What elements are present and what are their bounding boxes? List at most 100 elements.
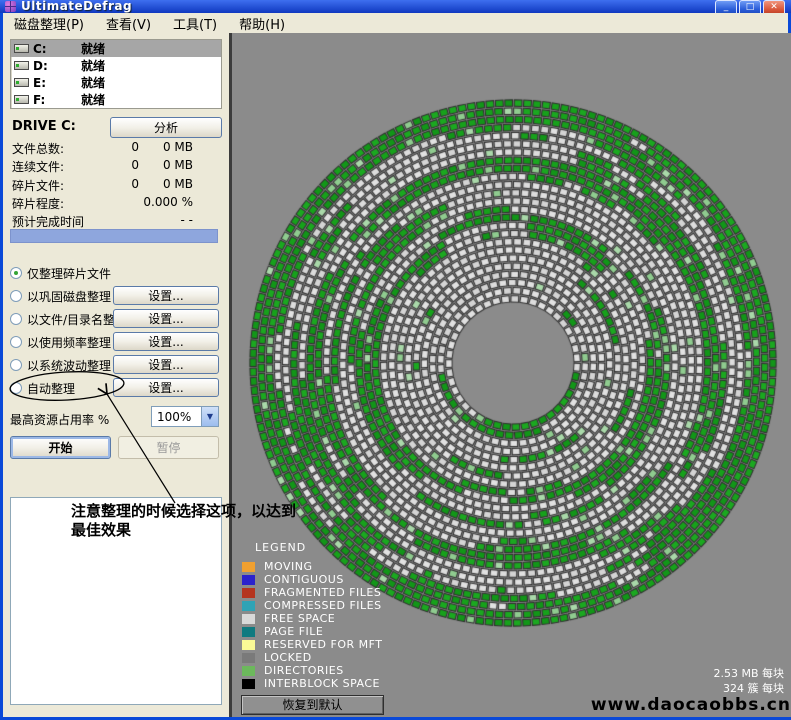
drive-row[interactable]: F: 就绪 bbox=[11, 91, 221, 108]
hdd-icon bbox=[14, 78, 29, 87]
block-size: 2.53 MB 每块 bbox=[713, 666, 784, 681]
option-label: 仅整理碎片文件 bbox=[27, 265, 111, 282]
free-space-swatch bbox=[242, 614, 255, 624]
maximize-button[interactable]: □ bbox=[739, 0, 761, 13]
stat-label: 碎片文件: bbox=[12, 177, 107, 194]
stat-size: 0 MB bbox=[139, 177, 217, 194]
stat-label: 碎片程度: bbox=[12, 195, 107, 212]
hdd-icon bbox=[14, 61, 29, 70]
stat-size: 0 MB bbox=[139, 140, 217, 157]
radio-icon[interactable] bbox=[10, 313, 22, 325]
minimize-button[interactable]: _ bbox=[715, 0, 737, 13]
option-defrag-only[interactable]: 仅整理碎片文件 bbox=[10, 263, 111, 283]
reset-default-button[interactable]: 恢复到默认 bbox=[241, 695, 384, 715]
menu-view[interactable]: 查看(V) bbox=[95, 12, 162, 35]
drive-status: 就绪 bbox=[81, 57, 105, 74]
pause-button[interactable]: 暂停 bbox=[118, 436, 219, 459]
drive-row[interactable]: E: 就绪 bbox=[11, 74, 221, 91]
drive-name: D: bbox=[33, 59, 81, 73]
stat-size: 0.000 % bbox=[139, 195, 217, 212]
block-info: 2.53 MB 每块 324 簇 每块 bbox=[713, 666, 784, 696]
settings-button-volatility[interactable]: 设置... bbox=[113, 355, 219, 374]
drive-status: 就绪 bbox=[81, 91, 105, 108]
radio-icon[interactable] bbox=[10, 290, 22, 302]
drive-heading: DRIVE C: bbox=[12, 119, 76, 134]
option-label: 以巩固磁盘整理 bbox=[27, 288, 111, 305]
menu-disk-defrag[interactable]: 磁盘整理(P) bbox=[3, 12, 95, 35]
interblock-swatch bbox=[242, 679, 255, 689]
drive-name: F: bbox=[33, 93, 81, 107]
hdd-icon bbox=[14, 95, 29, 104]
directories-swatch bbox=[242, 666, 255, 676]
menu-tools[interactable]: 工具(T) bbox=[162, 12, 228, 35]
progress-bar bbox=[10, 229, 218, 243]
stat-size: 0 MB bbox=[139, 158, 217, 175]
stat-count bbox=[107, 195, 139, 212]
drive-list: C: 就绪 D: 就绪 E: 就绪 F: 就绪 bbox=[10, 39, 222, 109]
moving-swatch bbox=[242, 562, 255, 572]
app-window: UltimateDefrag _ □ ✕ 磁盘整理(P) 查看(V) 工具(T)… bbox=[0, 0, 791, 720]
drive-status: 就绪 bbox=[81, 74, 105, 91]
radio-icon[interactable] bbox=[10, 336, 22, 348]
stat-label: 连续文件: bbox=[12, 158, 107, 175]
menu-bar: 磁盘整理(P) 查看(V) 工具(T) 帮助(H) bbox=[3, 13, 788, 33]
option-label: 以系统波动整理 bbox=[27, 357, 111, 374]
stat-fragmented-files: 碎片文件: 0 0 MB bbox=[12, 177, 217, 194]
resource-usage-label: 最高资源占用率 % bbox=[10, 411, 109, 428]
option-auto[interactable]: 自动整理 bbox=[10, 378, 75, 398]
radio-icon[interactable] bbox=[10, 267, 22, 279]
resource-usage-select[interactable]: 100% ▼ bbox=[151, 406, 219, 427]
settings-button-filename[interactable]: 设置... bbox=[113, 309, 219, 328]
settings-button-consolidate[interactable]: 设置... bbox=[113, 286, 219, 305]
settings-button-usage[interactable]: 设置... bbox=[113, 332, 219, 351]
mft-swatch bbox=[242, 640, 255, 650]
option-by-volatility[interactable]: 以系统波动整理 bbox=[10, 355, 111, 375]
option-consolidate[interactable]: 以巩固磁盘整理 bbox=[10, 286, 111, 306]
combo-value: 100% bbox=[152, 410, 201, 424]
stat-count bbox=[107, 213, 139, 230]
radio-icon[interactable] bbox=[10, 382, 22, 394]
option-by-usage[interactable]: 以使用频率整理 bbox=[10, 332, 111, 352]
legend-item: COMPRESSED FILES bbox=[242, 599, 382, 612]
drive-name: E: bbox=[33, 76, 81, 90]
legend-item: CONTIGUOUS bbox=[242, 573, 382, 586]
stat-count: 0 bbox=[107, 140, 139, 157]
stat-contiguous-files: 连续文件: 0 0 MB bbox=[12, 158, 217, 175]
page-file-swatch bbox=[242, 627, 255, 637]
legend-item: FREE SPACE bbox=[242, 612, 382, 625]
menu-help[interactable]: 帮助(H) bbox=[228, 12, 296, 35]
legend-item: MOVING bbox=[242, 560, 382, 573]
drive-name: C: bbox=[33, 42, 81, 56]
stat-fragmentation-level: 碎片程度: 0.000 % bbox=[12, 195, 217, 212]
locked-swatch bbox=[242, 653, 255, 663]
legend-item: FRAGMENTED FILES bbox=[242, 586, 382, 599]
option-by-filename[interactable]: 以文件/目录名整理 bbox=[10, 309, 127, 329]
stat-size: - - bbox=[139, 213, 217, 230]
disk-panel: LEGEND MOVING CONTIGUOUS FRAGMENTED FILE… bbox=[229, 33, 791, 717]
legend: LEGEND MOVING CONTIGUOUS FRAGMENTED FILE… bbox=[242, 541, 382, 690]
stat-total-files: 文件总数: 0 0 MB bbox=[12, 140, 217, 157]
stat-label: 文件总数: bbox=[12, 140, 107, 157]
fragmented-swatch bbox=[242, 588, 255, 598]
drive-status: 就绪 bbox=[81, 40, 105, 57]
chevron-down-icon[interactable]: ▼ bbox=[201, 407, 218, 426]
option-label: 自动整理 bbox=[27, 380, 75, 397]
start-button[interactable]: 开始 bbox=[10, 436, 111, 459]
drive-row[interactable]: D: 就绪 bbox=[11, 57, 221, 74]
stat-estimated-time: 预计完成时间 - - bbox=[12, 213, 217, 230]
legend-item: DIRECTORIES bbox=[242, 664, 382, 677]
stat-count: 0 bbox=[107, 177, 139, 194]
option-label: 以使用频率整理 bbox=[27, 334, 111, 351]
radio-icon[interactable] bbox=[10, 359, 22, 371]
drive-row[interactable]: C: 就绪 bbox=[11, 40, 221, 57]
stat-count: 0 bbox=[107, 158, 139, 175]
legend-item: INTERBLOCK SPACE bbox=[242, 677, 382, 690]
legend-item: RESERVED FOR MFT bbox=[242, 638, 382, 651]
file-listbox bbox=[10, 497, 222, 705]
hdd-icon bbox=[14, 44, 29, 53]
analyze-button[interactable]: 分析 bbox=[110, 117, 222, 138]
legend-item: PAGE FILE bbox=[242, 625, 382, 638]
close-button[interactable]: ✕ bbox=[763, 0, 785, 13]
stat-label: 预计完成时间 bbox=[12, 213, 107, 230]
settings-button-auto[interactable]: 设置... bbox=[113, 378, 219, 397]
